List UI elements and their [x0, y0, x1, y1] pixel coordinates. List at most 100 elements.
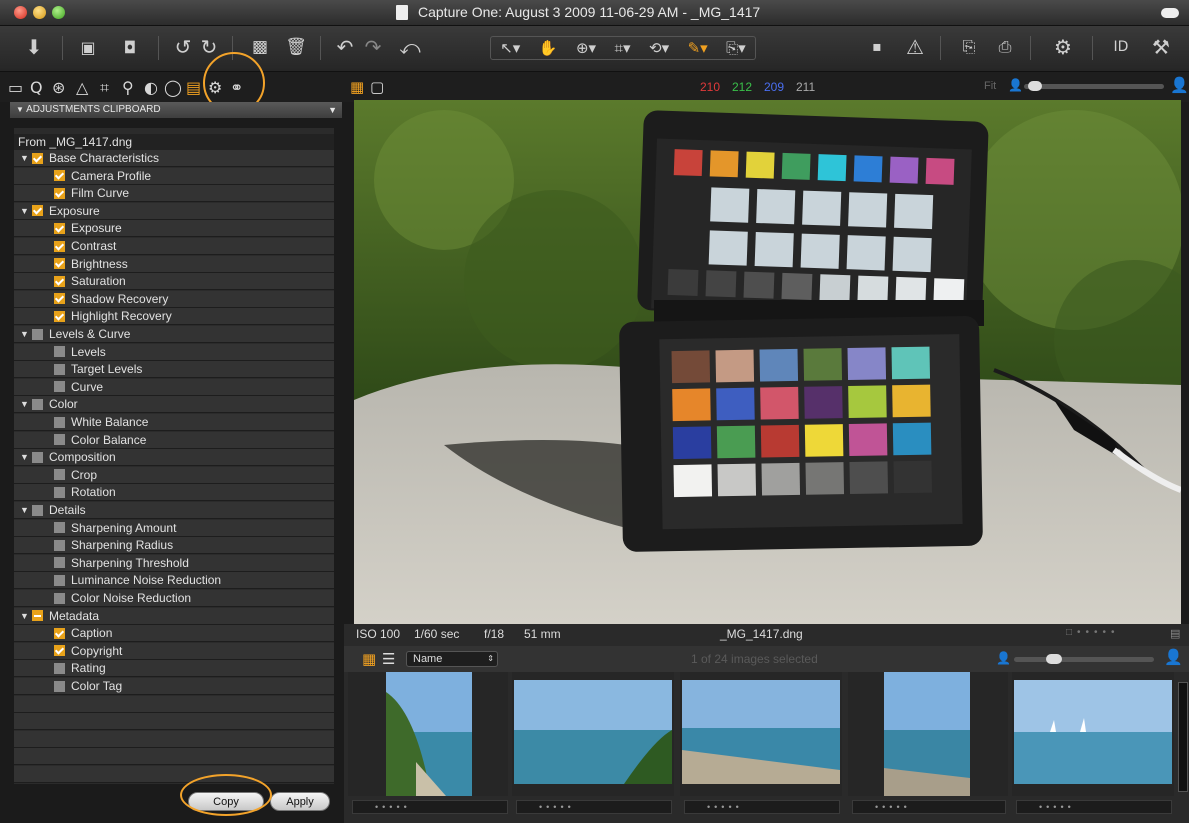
adjustment-item-row[interactable]: White Balance [14, 414, 334, 431]
copy-apply-cursor-icon[interactable]: ⎘▾ [726, 39, 746, 57]
adjustment-item-row[interactable]: Shadow Recovery [14, 290, 334, 308]
apply-button[interactable]: Apply [270, 792, 330, 811]
list-view-icon[interactable]: ☰ [382, 650, 395, 668]
close-window-button[interactable] [14, 6, 27, 19]
thumbnail-4-rating[interactable]: ••••• [852, 800, 1006, 814]
pan-hand-icon[interactable]: ✋ [539, 39, 558, 57]
adjustment-item-row[interactable]: Rotation [14, 484, 334, 502]
single-view-icon[interactable]: ▢ [370, 78, 384, 96]
adjustment-item-row[interactable]: Rating [14, 660, 334, 678]
white-balance-picker-icon[interactable]: ✎▾ [688, 39, 708, 57]
adjustment-checkbox[interactable] [54, 557, 65, 569]
adjustment-checkbox[interactable] [54, 240, 65, 252]
adjustment-item-row[interactable]: Brightness [14, 255, 334, 273]
disclosure-triangle-icon[interactable]: ▼ [20, 611, 30, 621]
thumbnail-2[interactable]: ••••• [512, 672, 674, 814]
multi-view-icon[interactable]: ▦ [350, 78, 364, 96]
capture-icon[interactable]: ▣ [74, 34, 102, 60]
crop-cursor-icon[interactable]: ⌗▾ [615, 39, 631, 57]
adjustment-group-row[interactable]: ▼ Levels & Curve [14, 326, 334, 343]
adjustment-checkbox[interactable] [54, 486, 65, 498]
adjustment-checkbox[interactable] [54, 187, 65, 199]
zoom-cursor-icon[interactable]: ⊕▾ [576, 39, 596, 57]
redo-icon[interactable]: ↷ [362, 34, 384, 60]
adjustments-tab-icon[interactable]: ▤ [186, 78, 201, 97]
adjustment-checkbox[interactable] [54, 469, 65, 481]
adjustment-group-row[interactable]: ▼ Composition [14, 449, 334, 467]
adjustment-item-row[interactable]: Crop [14, 466, 334, 484]
adjustment-item-row[interactable]: Film Curve [14, 185, 334, 203]
select-cursor-icon[interactable]: ↖▾ [500, 39, 520, 57]
adjustment-checkbox[interactable] [54, 170, 65, 182]
edit-variant-icon[interactable]: ▩ [248, 34, 272, 60]
adjustment-item-row[interactable]: Highlight Recovery [14, 308, 334, 326]
adjustment-checkbox[interactable] [54, 416, 65, 428]
details-tab-icon[interactable]: ⚲ [122, 78, 134, 97]
adjustment-checkbox[interactable] [54, 293, 65, 305]
adjustment-checkbox[interactable] [32, 398, 43, 410]
adjustment-item-row[interactable]: Luminance Noise Reduction [14, 572, 334, 590]
adjustment-item-row[interactable]: Exposure [14, 220, 334, 238]
undo-icon[interactable]: ↶ [334, 34, 356, 60]
adjustment-item-row[interactable]: Sharpening Amount [14, 519, 334, 537]
output-tab-icon[interactable]: ◯ [164, 78, 182, 97]
adjustment-item-row[interactable]: Camera Profile [14, 167, 334, 185]
rotate-left-icon[interactable]: ↺ [172, 34, 194, 60]
adjustment-checkbox[interactable] [32, 504, 43, 516]
adjustment-checkbox[interactable] [54, 258, 65, 270]
preferences-gear-icon[interactable]: ⚙ [1050, 34, 1076, 60]
library-tab-icon[interactable]: ▭ [8, 78, 23, 97]
adjustment-item-row[interactable]: Sharpening Radius [14, 537, 334, 555]
adjustment-group-row[interactable]: ▼ Metadata [14, 607, 334, 625]
adjustment-group-row[interactable]: ▼ Exposure [14, 202, 334, 220]
adjustment-checkbox[interactable] [32, 451, 43, 463]
grid-view-icon[interactable]: ▦ [362, 650, 376, 668]
thumbnail-5[interactable]: ••••• [1012, 672, 1174, 814]
thumbnail-1[interactable]: ••••• [348, 672, 508, 814]
capture-tab-icon[interactable]: Q [30, 78, 43, 97]
zoom-window-button[interactable] [52, 6, 65, 19]
adjustment-checkbox[interactable] [54, 522, 65, 534]
disclosure-triangle-icon[interactable]: ▼ [20, 153, 30, 163]
copy-adjustments-icon[interactable]: ⎘ [956, 34, 982, 60]
adjustment-checkbox[interactable] [54, 539, 65, 551]
warning-icon[interactable]: ⚠ [904, 34, 926, 60]
lens-tab-icon[interactable]: ⌗ [100, 78, 109, 98]
thumbnail-1-rating[interactable]: ••••• [352, 800, 508, 814]
adjustment-checkbox[interactable] [32, 152, 43, 164]
adjustment-checkbox[interactable] [54, 592, 65, 604]
toolbar-toggle-button[interactable] [1161, 8, 1179, 18]
exposure-tab-icon[interactable]: △ [76, 78, 88, 97]
apply-adjustments-icon[interactable]: ⎙ [992, 34, 1018, 60]
trash-icon[interactable]: 🗑 [284, 34, 308, 60]
adjustment-group-row[interactable]: ▼ Base Characteristics [14, 150, 334, 167]
thumbnail-3-rating[interactable]: ••••• [684, 800, 840, 814]
panel-menu-icon[interactable]: ▼ [328, 102, 337, 118]
adjustment-checkbox[interactable] [54, 662, 65, 674]
adjustment-checkbox[interactable] [54, 346, 65, 358]
adjustment-item-row[interactable]: Curve [14, 378, 334, 396]
disclosure-triangle-icon[interactable]: ▼ [20, 329, 30, 339]
minimize-window-button[interactable] [33, 6, 46, 19]
thumbnail-size-knob[interactable] [1046, 654, 1062, 664]
browser-scrollbar[interactable] [1178, 682, 1188, 792]
adjustment-checkbox[interactable] [54, 680, 65, 692]
metadata-tab-icon[interactable]: ◐ [144, 78, 158, 97]
zoom-slider[interactable] [1024, 81, 1164, 91]
adjustment-checkbox[interactable] [54, 627, 65, 639]
disclosure-triangle-icon[interactable]: ▼ [20, 399, 30, 409]
adjustment-item-row[interactable]: Saturation [14, 273, 334, 291]
adjustment-group-row[interactable]: ▼ Color [14, 396, 334, 414]
thumbnail-3[interactable]: ••••• [680, 672, 842, 814]
adjustment-checkbox[interactable] [54, 381, 65, 393]
customize-tools-icon[interactable]: ⚒ [1148, 34, 1174, 60]
adjustment-checkbox[interactable] [54, 310, 65, 322]
adjustment-checkbox[interactable] [54, 574, 65, 586]
adjustment-checkbox[interactable] [54, 434, 65, 446]
adjustment-item-row[interactable]: Sharpening Threshold [14, 554, 334, 572]
rotate-cursor-icon[interactable]: ⟲▾ [649, 39, 669, 57]
adjustment-item-row[interactable]: Caption [14, 625, 334, 643]
id-icon[interactable]: ID [1108, 34, 1134, 60]
disclosure-triangle-icon[interactable]: ▼ [20, 206, 30, 216]
thumbnail-size-slider[interactable] [1014, 654, 1154, 664]
